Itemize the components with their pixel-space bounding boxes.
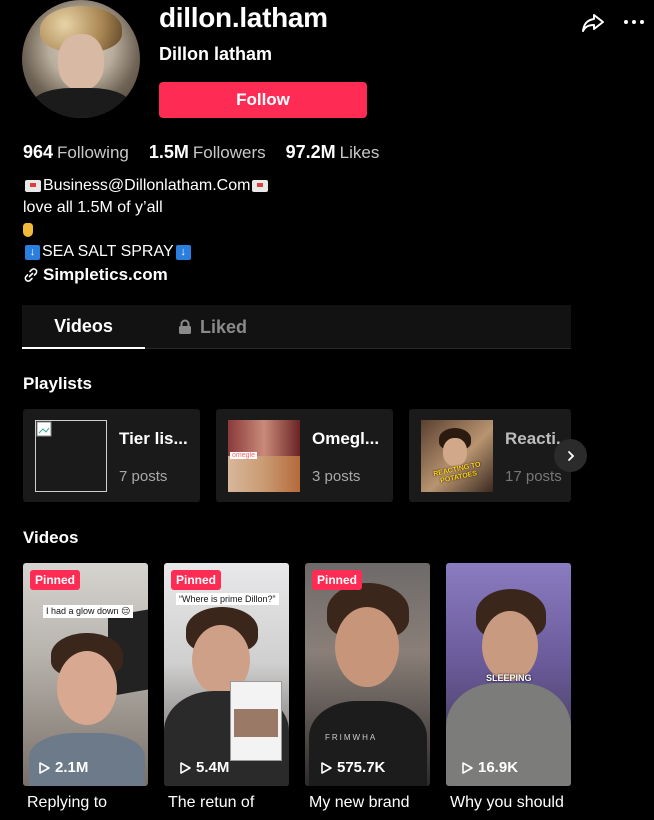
video-title[interactable]: Replying to [27, 794, 107, 812]
stat-followers[interactable]: 1.5M Followers [149, 142, 266, 163]
videos-heading: Videos [23, 528, 79, 547]
video-card[interactable]: I had a glow down 😔 Pinned 2.1M [23, 563, 148, 786]
bio-email: Business@Dillonlatham.Com [43, 177, 251, 194]
playlist-card[interactable]: omegle Omegl... 3 posts [216, 409, 393, 502]
video-title[interactable]: My new brand [309, 794, 410, 812]
more-options-icon[interactable] [622, 12, 646, 32]
profile-avatar[interactable] [22, 0, 140, 118]
video-card[interactable]: “Where is prime Dillon?” Pinned 5.4M [164, 563, 289, 786]
mail-emoji-icon [25, 180, 41, 192]
video-overlay-text: I had a glow down 😔 [43, 605, 134, 618]
pinned-badge: Pinned [171, 570, 222, 590]
stat-following[interactable]: 964 Following [23, 142, 129, 163]
playlist-thumbnail: omegle [228, 420, 300, 492]
playlist-count: 3 posts [312, 468, 361, 485]
video-card[interactable]: FRIMWHA Pinned 575.7K [305, 563, 430, 786]
profile-tabs: Videos Liked [22, 305, 571, 349]
video-overlay-text: “Where is prime Dillon?” [176, 593, 279, 605]
profile-username: dillon.latham [159, 2, 328, 33]
profile-stats: 964 Following 1.5M Followers 97.2M Likes [23, 142, 379, 163]
video-views: 16.9K [460, 759, 518, 776]
video-title[interactable]: Why you should [450, 794, 564, 812]
play-icon [321, 761, 332, 774]
play-icon [39, 761, 50, 774]
playlist-thumbnail: REACTING TO POTATOES [421, 420, 493, 492]
video-views: 5.4M [178, 759, 229, 776]
playlists-heading: Playlists [23, 374, 92, 393]
bio-link[interactable]: Simpletics.com [23, 265, 168, 285]
playlist-count: 17 posts [505, 468, 562, 485]
tab-videos[interactable]: Videos [22, 305, 145, 349]
down-arrow-emoji-icon: ↓ [25, 244, 40, 260]
broken-image-thumbnail [35, 420, 107, 492]
pointing-down-hand-icon [23, 223, 33, 237]
play-icon [462, 761, 473, 774]
tab-liked-label: Liked [200, 316, 248, 337]
playlist-title: Omegl... [312, 429, 380, 448]
tab-liked[interactable]: Liked [178, 305, 247, 349]
follow-button[interactable]: Follow [159, 82, 367, 118]
profile-display-name: Dillon latham [159, 44, 273, 64]
link-icon [24, 268, 38, 282]
bio-line: love all 1.5M of y’all [23, 199, 163, 216]
lock-icon [179, 319, 191, 334]
profile-bio: Business@Dillonlatham.Com love all 1.5M … [23, 175, 270, 263]
playlist-next-button[interactable] [554, 439, 587, 472]
share-icon[interactable] [580, 10, 606, 36]
stat-likes: 97.2M Likes [285, 142, 380, 162]
mail-emoji-icon [252, 180, 269, 192]
playlist-card[interactable]: REACTING TO POTATOES Reacti... 17 posts [409, 409, 571, 502]
play-icon [180, 761, 191, 774]
playlist-count: 7 posts [119, 468, 168, 485]
pinned-badge: Pinned [30, 570, 81, 590]
bio-link-text[interactable]: Simpletics.com [43, 265, 168, 285]
bio-product: SEA SALT SPRAY [42, 243, 174, 260]
video-card[interactable]: SLEEPING 16.9K [446, 563, 571, 786]
playlist-title: Tier lis... [119, 429, 188, 448]
video-views: 575.7K [319, 759, 385, 776]
video-overlay-text: SLEEPING [486, 673, 532, 683]
video-views: 2.1M [37, 759, 88, 776]
chevron-right-icon [567, 450, 574, 461]
playlist-card[interactable]: Tier lis... 7 posts [23, 409, 200, 502]
pinned-badge: Pinned [312, 570, 363, 590]
down-arrow-emoji-icon: ↓ [175, 244, 191, 260]
video-title[interactable]: The retun of [168, 794, 254, 812]
